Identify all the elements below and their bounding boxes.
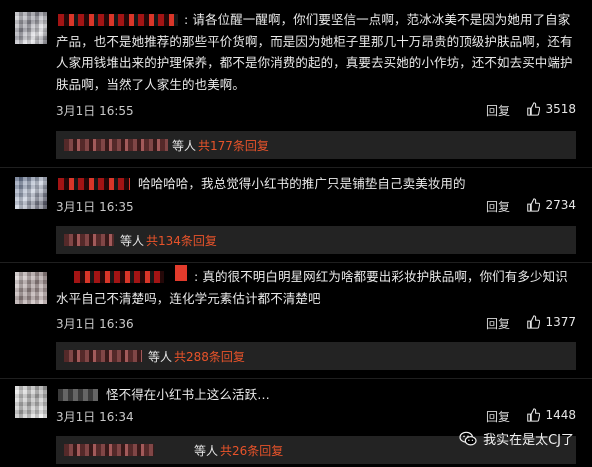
comment-text: : 请各位醒一醒啊，你们要坚信一点啊，范冰冰美不是因为她用了自家产品，也不是她推… bbox=[56, 12, 573, 92]
reply-button[interactable]: 回复 bbox=[486, 102, 510, 119]
thumbs-up-icon bbox=[527, 102, 541, 116]
sub-reply-count[interactable]: 共26条回复 bbox=[220, 444, 283, 458]
sub-replies-box[interactable]: 等人 共177条回复 bbox=[56, 131, 576, 159]
sub-user-redacted bbox=[64, 139, 168, 151]
avatar[interactable] bbox=[15, 12, 47, 44]
sub-replies-summary: 等人 共134条回复 bbox=[120, 234, 217, 248]
like-button[interactable]: 2734 bbox=[526, 198, 576, 212]
sub-user-redacted bbox=[64, 444, 154, 456]
avatar[interactable] bbox=[15, 177, 47, 209]
sub-replies-box[interactable]: 等人 共288条回复 bbox=[56, 342, 576, 370]
sub-replies-box[interactable]: 等人 共134条回复 bbox=[56, 226, 576, 254]
wechat-icon bbox=[459, 431, 477, 445]
thumbs-up-icon bbox=[527, 198, 541, 212]
comment-time: 3月1日 16:35 bbox=[56, 200, 134, 214]
sub-user-redacted bbox=[64, 234, 114, 246]
thumbs-up-icon bbox=[527, 408, 541, 422]
like-button[interactable]: 1377 bbox=[526, 315, 576, 329]
username-redacted[interactable] bbox=[58, 389, 98, 401]
reply-button[interactable]: 回复 bbox=[486, 315, 510, 332]
divider bbox=[0, 378, 592, 379]
reply-button[interactable]: 回复 bbox=[486, 408, 510, 425]
comment-meta: 3月1日 16:34 回复 1448 bbox=[56, 408, 576, 426]
avatar[interactable] bbox=[15, 272, 47, 304]
comment-time: 3月1日 16:36 bbox=[56, 317, 134, 331]
like-button[interactable]: 3518 bbox=[526, 102, 576, 116]
comment-time: 3月1日 16:34 bbox=[56, 410, 134, 424]
like-count: 1377 bbox=[545, 315, 576, 329]
comment-text: 哈哈哈哈，我总觉得小红书的推广只是铺垫自己卖美妆用的 bbox=[138, 176, 466, 191]
divider bbox=[0, 167, 592, 168]
sub-reply-count[interactable]: 共134条回复 bbox=[146, 234, 217, 248]
like-count: 1448 bbox=[545, 408, 576, 422]
sub-replies-summary: 等人 共177条回复 bbox=[172, 139, 269, 153]
sub-reply-count[interactable]: 共288条回复 bbox=[174, 350, 245, 364]
comment-meta: 3月1日 16:35 回复 2734 bbox=[56, 198, 576, 216]
sub-reply-count[interactable]: 共177条回复 bbox=[198, 139, 269, 153]
divider bbox=[0, 262, 592, 263]
comment-text: 怪不得在小红书上这么活跃… bbox=[106, 387, 270, 402]
reply-button[interactable]: 回复 bbox=[486, 198, 510, 215]
avatar[interactable] bbox=[15, 386, 47, 418]
username-redacted[interactable] bbox=[58, 178, 130, 190]
watermark-text: 我实在是太CJ了 bbox=[483, 433, 574, 448]
sub-replies-summary: 等人 共288条回复 bbox=[148, 350, 245, 364]
like-count: 2734 bbox=[545, 198, 576, 212]
like-button[interactable]: 1448 bbox=[526, 408, 576, 422]
comment-meta: 3月1日 16:55 回复 3518 bbox=[56, 102, 576, 120]
sub-replies-summary: 等人 共26条回复 bbox=[194, 444, 284, 458]
comment-meta: 3月1日 16:36 回复 1377 bbox=[56, 315, 576, 333]
like-count: 3518 bbox=[545, 102, 576, 116]
comment-text: : 真的很不明白明星网红为啥都要出彩妆护肤品啊，你们有多少知识水平自己不清楚吗，… bbox=[56, 269, 568, 306]
sub-user-redacted bbox=[64, 350, 142, 362]
comment-time: 3月1日 16:55 bbox=[56, 104, 134, 118]
watermark: 我实在是太CJ了 bbox=[459, 429, 574, 448]
thumbs-up-icon bbox=[527, 315, 541, 329]
